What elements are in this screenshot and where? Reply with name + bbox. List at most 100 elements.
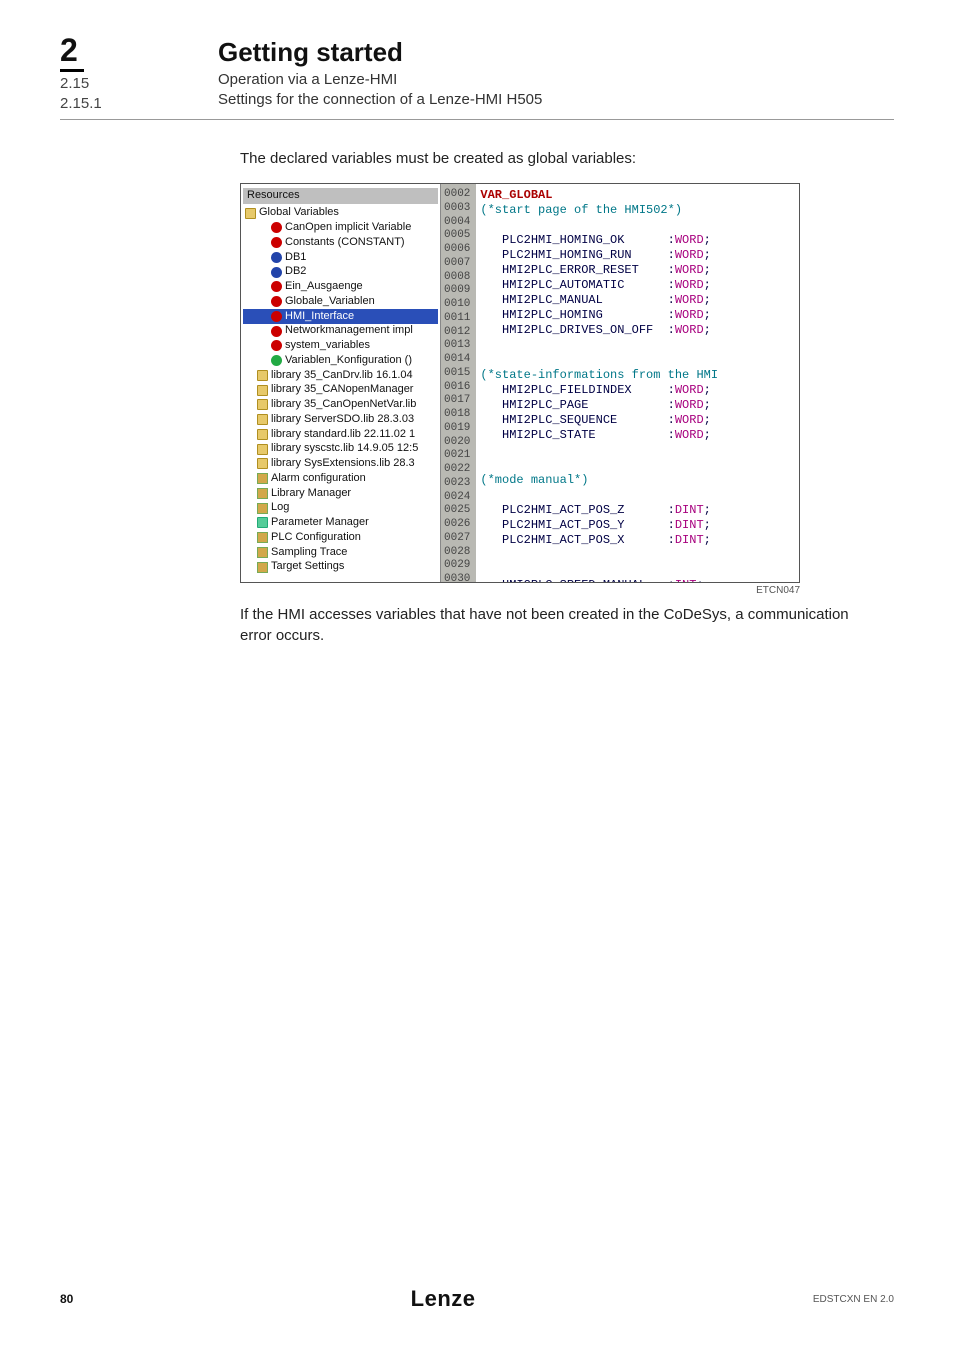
line-number-gutter: 0002000300040005000600070008000900100011… bbox=[441, 184, 476, 582]
tree-item-label: Networkmanagement impl bbox=[285, 324, 413, 338]
dot-red-icon bbox=[271, 296, 282, 307]
outro-text: If the HMI accesses variables that have … bbox=[240, 604, 854, 646]
tree-item[interactable]: Constants (CONSTANT) bbox=[243, 235, 438, 250]
folder-icon bbox=[257, 385, 268, 396]
tree-root-label: Global Variables bbox=[259, 206, 339, 220]
dot-red-icon bbox=[271, 340, 282, 351]
tree-item-label: Variablen_Konfiguration () bbox=[285, 354, 412, 368]
codesys-screenshot: Resources Global Variables CanOpen impli… bbox=[240, 183, 800, 583]
tree-item[interactable]: library 35_CanOpenNetVar.lib bbox=[243, 398, 438, 413]
resource-tree[interactable]: Resources Global Variables CanOpen impli… bbox=[241, 184, 441, 582]
tree-item-label: PLC Configuration bbox=[271, 531, 361, 545]
tree-item[interactable]: Globale_Variablen bbox=[243, 294, 438, 309]
tree-item-label: library syscstc.lib 14.9.05 12:5 bbox=[271, 442, 418, 456]
tree-item[interactable]: PLC Configuration bbox=[243, 530, 438, 545]
section-number-1: 2.15 bbox=[60, 74, 170, 94]
code-line[interactable]: HMI2PLC_AUTOMATIC :WORD; bbox=[480, 278, 795, 293]
tree-item[interactable]: Networkmanagement impl bbox=[243, 324, 438, 339]
tree-item-label: HMI_Interface bbox=[285, 310, 354, 324]
code-line[interactable] bbox=[480, 338, 795, 353]
code-line[interactable]: HMI2PLC_MANUAL :WORD; bbox=[480, 293, 795, 308]
tree-item-label: DB2 bbox=[285, 265, 306, 279]
task-icon bbox=[257, 517, 268, 528]
tree-item[interactable]: library syscstc.lib 14.9.05 12:5 bbox=[243, 442, 438, 457]
code-line[interactable] bbox=[480, 563, 795, 578]
dot-blue-icon bbox=[271, 252, 282, 263]
code-line[interactable]: PLC2HMI_ACT_POS_X :DINT; bbox=[480, 533, 795, 548]
folder-icon bbox=[257, 414, 268, 425]
box-icon bbox=[257, 532, 268, 543]
code-line[interactable] bbox=[480, 458, 795, 473]
figure-caption: ETCN047 bbox=[240, 585, 800, 596]
tree-item[interactable]: Sampling Trace bbox=[243, 545, 438, 560]
code-line[interactable]: PLC2HMI_ACT_POS_Y :DINT; bbox=[480, 518, 795, 533]
tree-item[interactable]: Log bbox=[243, 501, 438, 516]
tree-item-label: library 35_CanDrv.lib 16.1.04 bbox=[271, 369, 413, 383]
tree-item[interactable]: library SysExtensions.lib 28.3 bbox=[243, 457, 438, 472]
tree-item[interactable]: DB2 bbox=[243, 265, 438, 280]
tree-item[interactable]: Variablen_Konfiguration () bbox=[243, 353, 438, 368]
code-line[interactable]: HMI2PLC_SPEED_MANUAL :INT; bbox=[480, 578, 795, 583]
tree-item[interactable]: Target Settings bbox=[243, 560, 438, 575]
code-line[interactable]: HMI2PLC_ERROR_RESET :WORD; bbox=[480, 263, 795, 278]
tree-item-label: Alarm configuration bbox=[271, 472, 366, 486]
folder-icon bbox=[257, 444, 268, 455]
tree-item-label: Sampling Trace bbox=[271, 546, 347, 560]
code-line[interactable]: PLC2HMI_HOMING_RUN :WORD; bbox=[480, 248, 795, 263]
tree-item[interactable]: Library Manager bbox=[243, 486, 438, 501]
folder-icon bbox=[257, 458, 268, 469]
code-line[interactable]: PLC2HMI_ACT_POS_Z :DINT; bbox=[480, 503, 795, 518]
dot-green-icon bbox=[271, 355, 282, 366]
tree-item-label: Parameter Manager bbox=[271, 516, 369, 530]
dot-red-icon bbox=[271, 281, 282, 292]
tree-item[interactable]: CanOpen implicit Variable bbox=[243, 221, 438, 236]
code-line[interactable]: HMI2PLC_FIELDINDEX :WORD; bbox=[480, 383, 795, 398]
tree-item[interactable]: DB1 bbox=[243, 250, 438, 265]
tree-item[interactable]: Parameter Manager bbox=[243, 516, 438, 531]
tree-item-label: DB1 bbox=[285, 251, 306, 265]
tree-root[interactable]: Global Variables bbox=[243, 206, 438, 221]
tree-item-label: library 35_CANopenManager bbox=[271, 383, 413, 397]
tree-item[interactable]: library ServerSDO.lib 28.3.03 bbox=[243, 412, 438, 427]
tree-item-label: CanOpen implicit Variable bbox=[285, 221, 411, 235]
box-icon bbox=[257, 488, 268, 499]
code-line[interactable]: HMI2PLC_PAGE :WORD; bbox=[480, 398, 795, 413]
tree-item[interactable]: Ein_Ausgaenge bbox=[243, 280, 438, 295]
code-line[interactable]: HMI2PLC_SEQUENCE :WORD; bbox=[480, 413, 795, 428]
tree-item[interactable]: library standard.lib 22.11.02 1 bbox=[243, 427, 438, 442]
code-line[interactable]: HMI2PLC_DRIVES_ON_OFF :WORD; bbox=[480, 323, 795, 338]
code-lines[interactable]: VAR_GLOBAL(*start page of the HMI502*) P… bbox=[476, 184, 799, 582]
code-line[interactable] bbox=[480, 488, 795, 503]
code-line[interactable] bbox=[480, 443, 795, 458]
folder-icon bbox=[257, 429, 268, 440]
page-header: 2 2.15 2.15.1 Getting started Operation … bbox=[60, 32, 894, 120]
code-line[interactable] bbox=[480, 548, 795, 563]
code-line[interactable]: (*state-informations from the HMI bbox=[480, 368, 795, 383]
tree-item-label: Constants (CONSTANT) bbox=[285, 236, 405, 250]
tree-item-label: Library Manager bbox=[271, 487, 351, 501]
tree-pane-title: Resources bbox=[243, 188, 438, 204]
box-icon bbox=[257, 547, 268, 558]
code-line[interactable] bbox=[480, 353, 795, 368]
tree-item-label: Ein_Ausgaenge bbox=[285, 280, 363, 294]
tree-item-label: library 35_CanOpenNetVar.lib bbox=[271, 398, 416, 412]
folder-icon bbox=[257, 370, 268, 381]
code-editor[interactable]: 0002000300040005000600070008000900100011… bbox=[441, 184, 799, 582]
box-icon bbox=[257, 562, 268, 573]
code-line[interactable]: PLC2HMI_HOMING_OK :WORD; bbox=[480, 233, 795, 248]
tree-item[interactable]: HMI_Interface bbox=[243, 309, 438, 324]
tree-item[interactable]: library 35_CanDrv.lib 16.1.04 bbox=[243, 368, 438, 383]
code-line[interactable]: HMI2PLC_HOMING :WORD; bbox=[480, 308, 795, 323]
tree-item-label: library SysExtensions.lib 28.3 bbox=[271, 457, 415, 471]
code-line[interactable]: HMI2PLC_STATE :WORD; bbox=[480, 428, 795, 443]
tree-item[interactable]: Alarm configuration bbox=[243, 471, 438, 486]
code-line[interactable] bbox=[480, 218, 795, 233]
tree-item[interactable]: library 35_CANopenManager bbox=[243, 383, 438, 398]
code-line[interactable]: (*start page of the HMI502*) bbox=[480, 203, 795, 218]
code-line[interactable]: VAR_GLOBAL bbox=[480, 188, 795, 203]
chapter-title: Getting started bbox=[218, 37, 894, 68]
tree-item[interactable]: system_variables bbox=[243, 339, 438, 354]
code-line[interactable]: (*mode manual*) bbox=[480, 473, 795, 488]
section-title-1: Operation via a Lenze-HMI bbox=[218, 70, 894, 90]
dot-red-icon bbox=[271, 237, 282, 248]
